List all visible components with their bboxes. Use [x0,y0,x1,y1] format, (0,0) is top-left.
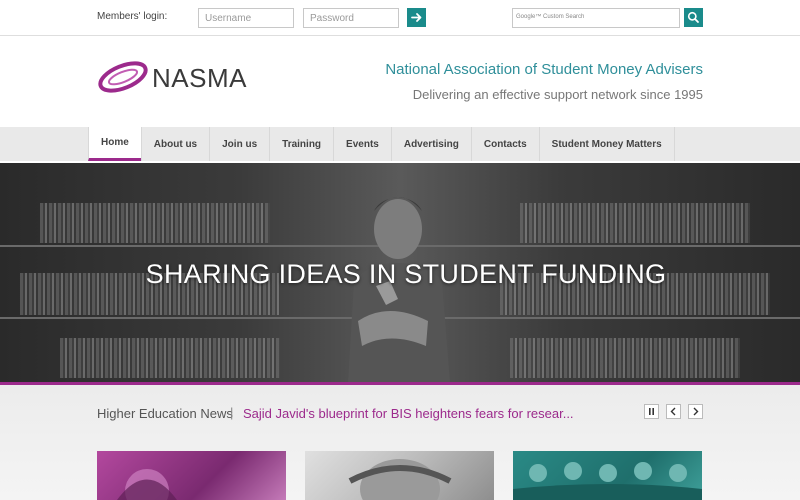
arrow-right-icon [411,13,422,22]
password-input[interactable] [303,8,399,28]
hero-title: SHARING IDEAS IN STUDENT FUNDING [145,259,667,289]
nav-list: Home About us Join us Training Events Ad… [88,127,675,161]
site-search-input[interactable]: Google™ Custom Search [512,8,680,28]
feature-card-image[interactable] [305,451,494,500]
members-login-bar: Members' login: Google™ Custom Search [0,0,800,36]
members-login-label: Members' login: [97,11,168,22]
tagline: Delivering an effective support network … [412,87,703,102]
pause-button[interactable] [644,404,659,419]
bookshelf-left-upper [40,203,270,243]
logo-wordmark[interactable]: NASMA [152,63,247,94]
main-navigation: Home About us Join us Training Events Ad… [0,127,800,161]
hero-banner[interactable]: SHARING IDEAS IN STUDENT FUNDING [0,163,800,383]
nav-item-advertising[interactable]: Advertising [390,127,471,161]
nav-item-home[interactable]: Home [88,127,141,161]
news-ticker-label: Higher Education News [97,406,233,421]
login-submit-button[interactable] [407,8,426,27]
organisation-name: National Association of Student Money Ad… [385,61,703,78]
previous-button[interactable] [666,404,681,419]
pause-icon [649,408,654,415]
nav-item-student-money-matters[interactable]: Student Money Matters [538,127,675,161]
search-icon [687,11,699,23]
bookshelf-left-lower [60,338,280,378]
group-photo [513,462,702,500]
feature-card-image[interactable] [513,451,702,500]
nav-item-training[interactable]: Training [269,127,333,161]
feature-card-image[interactable] [97,451,286,500]
next-button[interactable] [688,404,703,419]
man-photo [348,459,452,500]
username-input[interactable] [198,8,294,28]
search-button[interactable] [684,8,703,27]
news-separator: | [230,405,234,420]
news-headline-link[interactable]: Sajid Javid's blueprint for BIS heighten… [243,406,574,421]
bookshelf-right-lower [510,338,740,378]
woman-photo [117,469,177,500]
nav-item-events[interactable]: Events [333,127,391,161]
google-search-brand: Google™ Custom Search [516,14,585,20]
chevron-left-icon [670,407,676,416]
nav-item-contacts[interactable]: Contacts [470,127,539,161]
nav-item-join-us[interactable]: Join us [209,127,269,161]
bookshelf-right-upper [520,203,750,243]
chevron-right-icon [693,407,699,416]
news-ticker-section: Higher Education News | Sajid Javid's bl… [0,385,800,500]
nav-item-about-us[interactable]: About us [140,127,209,161]
